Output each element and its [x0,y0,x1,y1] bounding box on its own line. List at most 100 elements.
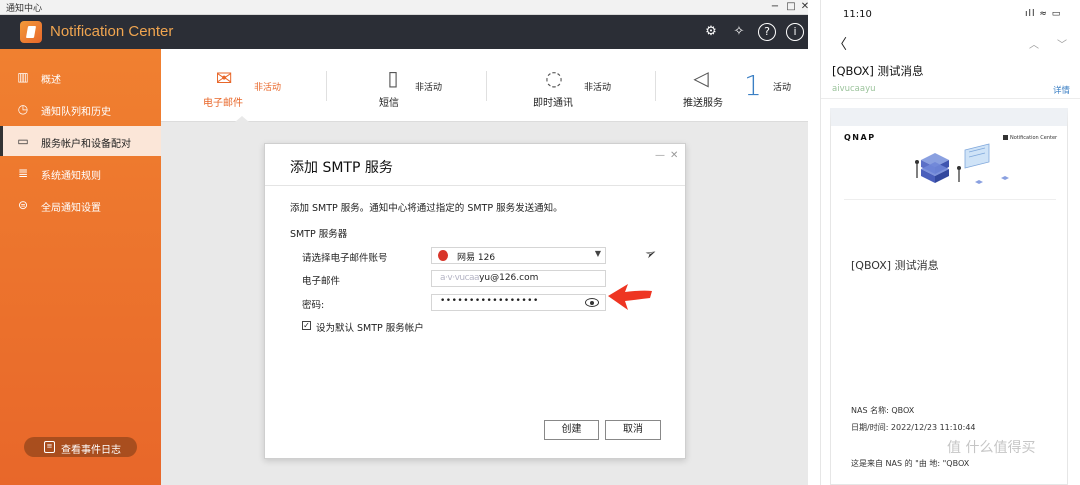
password-value: ••••••••••••••••• [440,296,539,306]
email-icon: ✉ [215,66,233,90]
divider [265,185,685,186]
back-icon[interactable]: 〈 [833,34,847,54]
view-event-log-button[interactable]: ≡ 查看事件日志 [24,437,137,457]
app-logo-icon [20,21,42,43]
sidebar: ▥ 概述 ◷ 通知队列和历史 ▭ 服务帐户和设备配对 ≣ 系统通知规则 ⊜ 全局… [0,49,161,485]
phone-mail-view: 11:10 ıll ≈ ▭ 〈 ︿ ﹀ [QBOX] 测试消息 aivucaay… [820,0,1080,485]
red-arrow-annotation [608,284,652,310]
netease-logo-icon [438,250,448,261]
sidebar-item-label: 通知队列和历史 [41,107,111,118]
sms-icon: ▯ [387,66,399,90]
app-title: Notification Center [50,23,174,40]
account-select-label: 请选择电子邮件账号 [302,253,388,264]
sidebar-item-system-rules[interactable]: ≣ 系统通知规则 [0,158,161,188]
clipboard-icon: ≡ [44,441,55,453]
smtp-server-section-label: SMTP 服务器 [290,229,348,240]
mail-subject: [QBOX] 测试消息 [832,64,924,78]
chevron-up-icon[interactable]: ︿ [1029,36,1039,51]
view-event-log-label: 查看事件日志 [61,445,121,456]
email-value-suffix: yu@126.com [479,273,539,283]
screenshot: 通知中心 − □ ✕ Notification Center ⚙ ✧ ? i ▥… [0,0,1080,485]
channel-tabs: ✉ 电子邮件 非活动 ▯ 短信 非活动 ◌ 即时通讯 非活动 ◁ 推送服务 活动 [161,49,808,122]
cancel-button[interactable]: 取消 [605,420,661,440]
eye-icon[interactable] [585,298,599,307]
divider [486,71,487,101]
maximize-icon[interactable]: □ [784,1,798,13]
tab-email[interactable]: ✉ 电子邮件 非活动 [201,49,291,122]
history-icon: ◷ [17,102,29,116]
mail-details-link[interactable]: 详情 [1053,84,1070,96]
card-title: [QBOX] 测试消息 [851,259,939,272]
nas-name-line: NAS 名称: QBOX [851,406,915,415]
laptop-icon: ▭ [17,134,29,148]
tab-instant-messaging[interactable]: ◌ 即时通讯 非活动 [533,49,623,122]
bar-chart-icon: ▥ [17,70,29,84]
megaphone-icon: ◁ [693,66,709,90]
info-icon[interactable]: i [786,23,804,41]
email-label: 电子邮件 [302,276,341,287]
channel-status: 活动 [773,83,792,93]
close-icon[interactable]: ✕ [798,1,808,13]
dialog-close-icon[interactable]: ✕ [670,150,678,161]
status-icons: ıll ≈ ▭ [1025,9,1062,19]
dialog-minimize-icon[interactable]: — [655,150,665,161]
password-label: 密码: [302,300,325,311]
tab-push-service[interactable]: ◁ 推送服务 活动 [681,49,801,122]
channel-name: 短信 [379,98,399,109]
gear-icon[interactable]: ⚙ [702,23,720,41]
channel-name: 电子邮件 [203,98,243,109]
status-time: 11:10 [843,9,872,20]
notification-center-window: 通知中心 − □ ✕ Notification Center ⚙ ✧ ? i ▥… [0,0,808,485]
footer-line: 这是来自 NAS 的 "由 地: "QBOX [851,459,970,468]
mail-body-card: QNAP Notification Center [QBOX] 测试消息 NAS… [830,108,1068,485]
sidebar-item-label: 概述 [41,75,61,86]
sidebar-item-label: 全局通知设置 [41,203,101,214]
sidebar-item-queue-history[interactable]: ◷ 通知队列和历史 [0,94,161,124]
email-value-blurred: a·v·vucaa [440,273,480,283]
default-smtp-label: 设为默认 SMTP 服务帐户 [316,323,424,334]
channel-status: 非活动 [415,83,443,93]
dialog-title: 添加 SMTP 服务 [290,160,393,176]
chat-icon: ◌ [545,66,563,90]
tab-sms[interactable]: ▯ 短信 非活动 [376,49,456,122]
email-value: a·v·vucaayu@126.com [440,273,538,283]
settings-toggle-icon: ⊜ [17,198,29,212]
channel-status: 非活动 [584,83,612,93]
window-titlebar: 通知中心 − □ ✕ [0,0,808,15]
divider [844,199,1056,200]
divider [655,71,656,101]
sidebar-item-global-settings[interactable]: ⊜ 全局通知设置 [0,190,161,220]
sidebar-item-overview[interactable]: ▥ 概述 [0,62,161,92]
selected-account: 网易 126 [457,253,496,263]
app-header: Notification Center ⚙ ✧ ? i [0,15,808,49]
sidebar-item-label: 服务帐户和设备配对 [41,139,131,150]
dialog-description: 添加 SMTP 服务。通知中心将通过指定的 SMTP 服务发送通知。 [290,203,563,214]
default-smtp-checkbox[interactable]: ✓ [302,321,311,330]
magic-wand-icon[interactable]: ✧ [730,23,748,41]
chevron-down-icon: ▼ [594,249,601,258]
sidebar-item-label: 系统通知规则 [41,171,101,182]
qnap-logo: QNAP [844,133,876,142]
server-illustration-icon [915,143,1009,184]
chevron-down-icon[interactable]: ﹀ [1057,36,1067,51]
email-account-select[interactable]: 网易 126 ▼ [431,247,606,264]
mail-sender: aivucaayu [832,84,876,94]
minimize-icon[interactable]: − [768,1,782,13]
divider [821,98,1080,99]
help-icon[interactable]: ? [758,23,776,41]
channel-status: 非活动 [254,83,282,93]
channel-name: 推送服务 [683,98,723,109]
password-field[interactable]: ••••••••••••••••• [431,294,606,311]
email-field[interactable]: a·v·vucaayu@126.com [431,270,606,287]
datetime-line: 日期/时间: 2022/12/23 11:10:44 [851,423,976,432]
watermark: 值 什么值得买 [947,440,1036,456]
divider [808,0,820,485]
sidebar-item-service-accounts[interactable]: ▭ 服务帐户和设备配对 [0,126,161,156]
send-test-icon[interactable]: ➢ [642,244,659,263]
rules-icon: ≣ [17,166,29,180]
divider [326,71,327,101]
channel-name: 即时通讯 [533,98,573,109]
window-title: 通知中心 [6,4,43,14]
create-button[interactable]: 创建 [544,420,599,440]
push-service-count: 1 [744,69,762,102]
